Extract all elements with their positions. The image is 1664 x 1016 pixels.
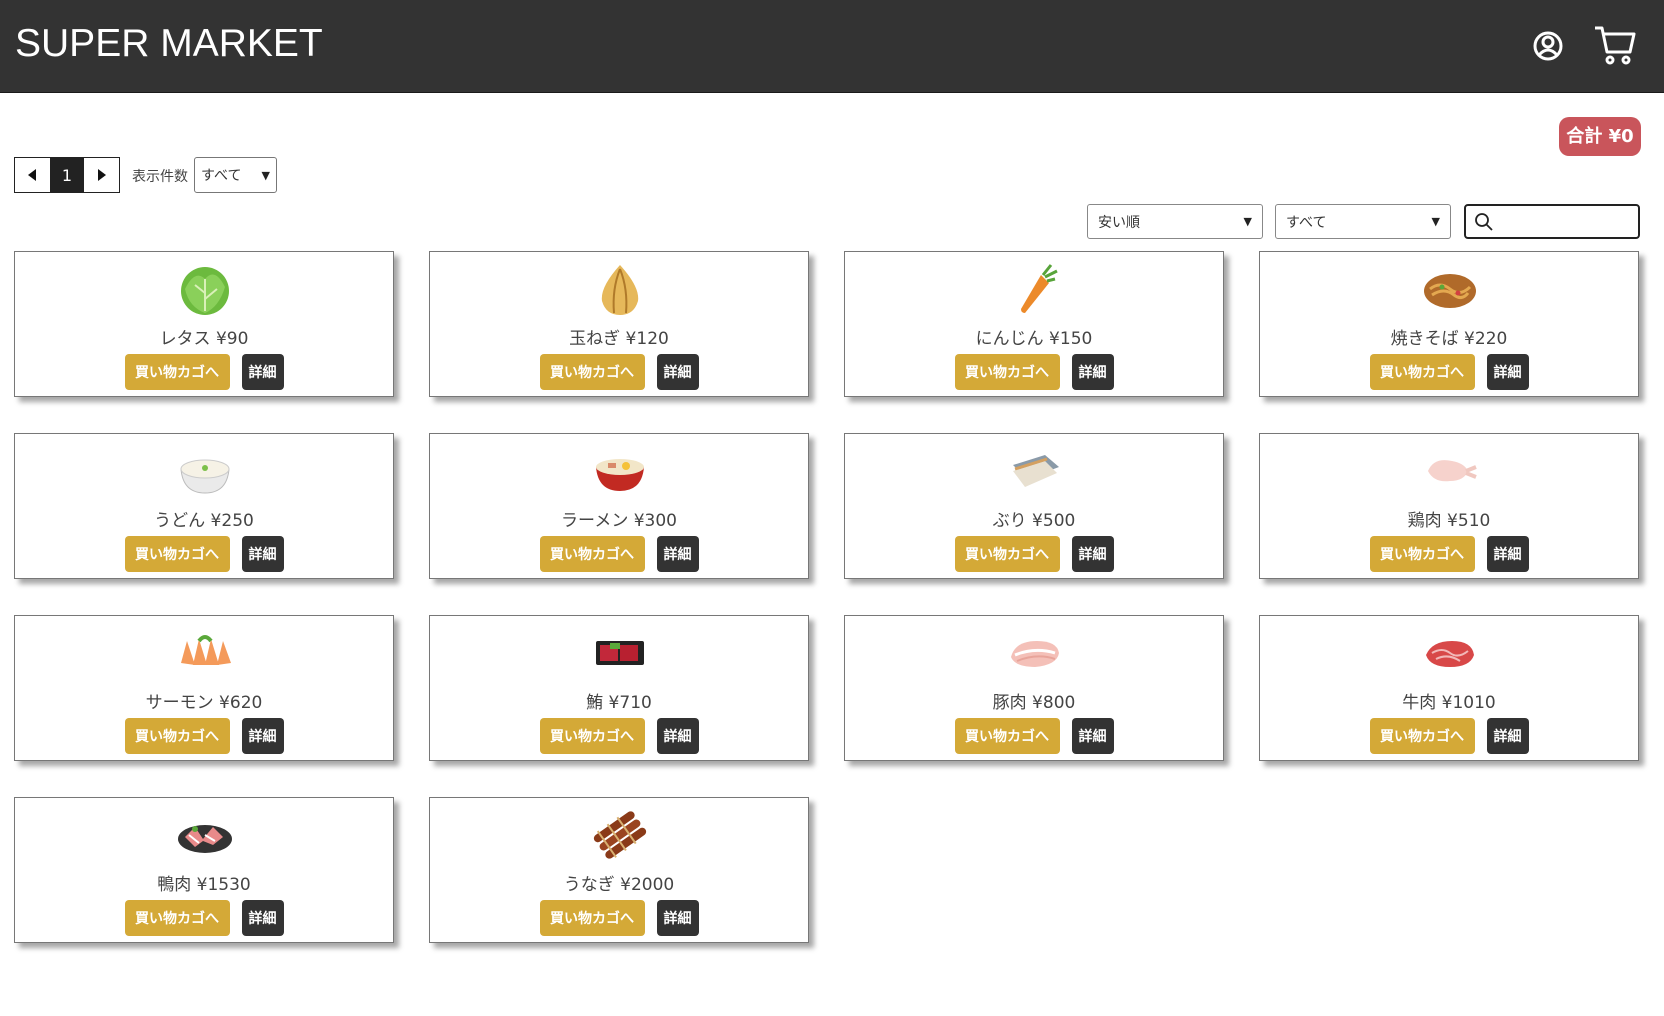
product-card: ぶり ¥500 買い物カゴへ 詳細: [844, 433, 1224, 579]
details-button[interactable]: 詳細: [656, 354, 699, 390]
details-button[interactable]: 詳細: [656, 900, 699, 936]
eel-icon: [590, 805, 650, 865]
brand-logo[interactable]: SUPER MARKET: [15, 22, 323, 66]
salmon-icon: [175, 623, 235, 683]
ramen-icon: [590, 441, 650, 501]
product-name: サーモン ¥620: [145, 693, 263, 713]
product-name: 豚肉 ¥800: [992, 693, 1076, 713]
add-to-cart-button[interactable]: 買い物カゴへ: [124, 900, 230, 936]
add-to-cart-button[interactable]: 買い物カゴへ: [954, 718, 1060, 754]
details-button[interactable]: 詳細: [241, 718, 284, 754]
product-name: 鮪 ¥710: [586, 693, 652, 713]
product-name: 牛肉 ¥1010: [1402, 693, 1496, 713]
product-card: レタス ¥90 買い物カゴへ 詳細: [14, 251, 394, 397]
product-name: ぶり ¥500: [992, 511, 1076, 531]
details-button[interactable]: 詳細: [656, 718, 699, 754]
chicken-icon: [1420, 441, 1480, 501]
cart-icon[interactable]: [1592, 22, 1638, 68]
add-to-cart-button[interactable]: 買い物カゴへ: [124, 718, 230, 754]
product-card: うなぎ ¥2000 買い物カゴへ 詳細: [429, 797, 809, 943]
details-button[interactable]: 詳細: [656, 536, 699, 572]
chevron-down-icon: ▼: [261, 168, 270, 182]
prev-page-button[interactable]: [15, 158, 50, 192]
duck-icon: [175, 805, 235, 865]
pork-icon: [1005, 623, 1065, 683]
pagination: 1: [14, 157, 120, 193]
product-name: にんじん ¥150: [975, 329, 1093, 349]
triangle-left-icon: [28, 169, 37, 181]
product-card: 牛肉 ¥1010 買い物カゴへ 詳細: [1259, 615, 1639, 761]
product-card: 鮪 ¥710 買い物カゴへ 詳細: [429, 615, 809, 761]
details-button[interactable]: 詳細: [1071, 536, 1114, 572]
product-name: 鴨肉 ¥1530: [157, 875, 251, 895]
user-icon[interactable]: [1525, 23, 1571, 69]
product-card: 鴨肉 ¥1530 買い物カゴへ 詳細: [14, 797, 394, 943]
product-card: 鶏肉 ¥510 買い物カゴへ 詳細: [1259, 433, 1639, 579]
add-to-cart-button[interactable]: 買い物カゴへ: [954, 354, 1060, 390]
header-bar: SUPER MARKET: [0, 0, 1664, 93]
items-per-page-value: すべて: [201, 168, 242, 184]
product-card: 焼きそば ¥220 買い物カゴへ 詳細: [1259, 251, 1639, 397]
triangle-right-icon: [97, 169, 106, 181]
add-to-cart-button[interactable]: 買い物カゴへ: [1369, 354, 1475, 390]
product-card: サーモン ¥620 買い物カゴへ 詳細: [14, 615, 394, 761]
sort-value: 安い順: [1098, 214, 1140, 231]
search-box[interactable]: [1464, 204, 1640, 239]
add-to-cart-button[interactable]: 買い物カゴへ: [124, 354, 230, 390]
current-page[interactable]: 1: [49, 158, 85, 192]
add-to-cart-button[interactable]: 買い物カゴへ: [539, 354, 645, 390]
product-card: うどん ¥250 買い物カゴへ 詳細: [14, 433, 394, 579]
sort-select[interactable]: 安い順 ▼: [1087, 204, 1263, 239]
add-to-cart-button[interactable]: 買い物カゴへ: [124, 536, 230, 572]
lettuce-icon: [175, 259, 235, 319]
add-to-cart-button[interactable]: 買い物カゴへ: [539, 536, 645, 572]
product-name: 玉ねぎ ¥120: [569, 329, 669, 349]
category-select[interactable]: すべて ▼: [1275, 204, 1451, 239]
yellowtail-icon: [1005, 441, 1065, 501]
add-to-cart-button[interactable]: 買い物カゴへ: [1369, 536, 1475, 572]
category-value: すべて: [1286, 214, 1327, 231]
product-name: うどん ¥250: [154, 511, 254, 531]
details-button[interactable]: 詳細: [1071, 354, 1114, 390]
add-to-cart-button[interactable]: 買い物カゴへ: [1369, 718, 1475, 754]
details-button[interactable]: 詳細: [241, 354, 284, 390]
carrot-icon: [1005, 259, 1065, 319]
product-card: 玉ねぎ ¥120 買い物カゴへ 詳細: [429, 251, 809, 397]
product-name: 鶏肉 ¥510: [1407, 511, 1491, 531]
search-input[interactable]: [1500, 213, 1630, 230]
items-per-page-label: 表示件数: [132, 169, 188, 185]
tuna-icon: [590, 623, 650, 683]
details-button[interactable]: 詳細: [1486, 718, 1529, 754]
yakisoba-icon: [1420, 259, 1480, 319]
details-button[interactable]: 詳細: [1071, 718, 1114, 754]
beef-icon: [1420, 623, 1480, 683]
product-name: ラーメン ¥300: [561, 511, 677, 531]
details-button[interactable]: 詳細: [241, 900, 284, 936]
product-name: うなぎ ¥2000: [563, 875, 675, 895]
search-icon: [1475, 212, 1493, 231]
next-page-button[interactable]: [84, 158, 119, 192]
items-per-page-select[interactable]: すべて ▼: [194, 157, 277, 193]
product-name: 焼きそば ¥220: [1390, 329, 1508, 349]
product-card: にんじん ¥150 買い物カゴへ 詳細: [844, 251, 1224, 397]
details-button[interactable]: 詳細: [1486, 536, 1529, 572]
product-grid: レタス ¥90 買い物カゴへ 詳細 玉ねぎ ¥120 買い物カゴへ 詳細 にんじ…: [14, 251, 1639, 943]
onion-icon: [590, 259, 650, 319]
add-to-cart-button[interactable]: 買い物カゴへ: [954, 536, 1060, 572]
details-button[interactable]: 詳細: [1486, 354, 1529, 390]
product-card: ラーメン ¥300 買い物カゴへ 詳細: [429, 433, 809, 579]
cart-total-badge: 合計 ¥0: [1559, 117, 1641, 156]
udon-icon: [175, 441, 235, 501]
chevron-down-icon: ▼: [1431, 215, 1440, 228]
details-button[interactable]: 詳細: [241, 536, 284, 572]
chevron-down-icon: ▼: [1243, 215, 1252, 228]
add-to-cart-button[interactable]: 買い物カゴへ: [539, 900, 645, 936]
product-name: レタス ¥90: [159, 329, 249, 349]
add-to-cart-button[interactable]: 買い物カゴへ: [539, 718, 645, 754]
product-card: 豚肉 ¥800 買い物カゴへ 詳細: [844, 615, 1224, 761]
